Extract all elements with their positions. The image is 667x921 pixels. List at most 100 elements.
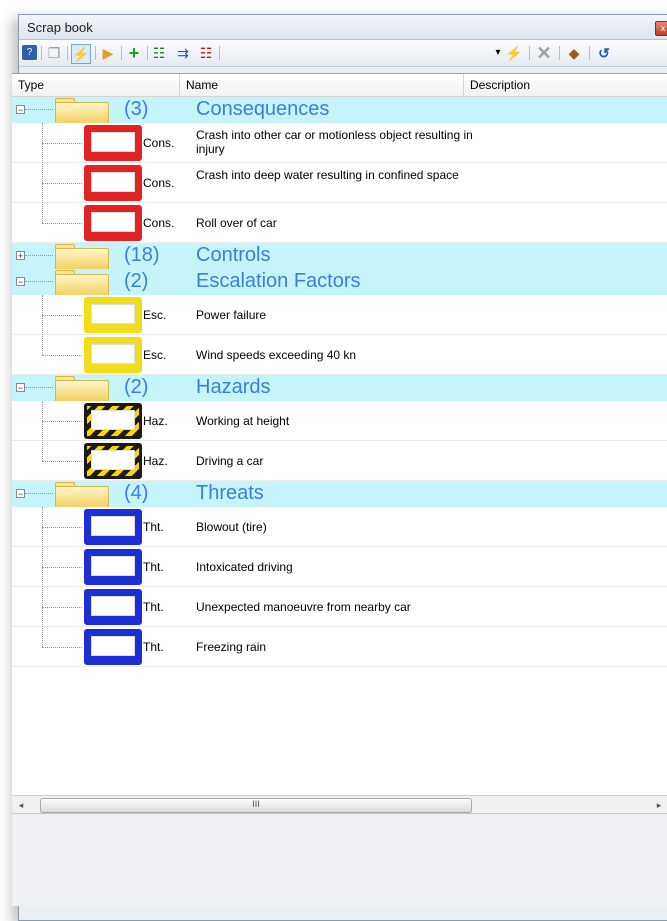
column-header-name[interactable]: Name xyxy=(180,74,464,96)
group-row[interactable]: + (18) Controls xyxy=(12,243,667,270)
add-icon[interactable]: + xyxy=(125,44,143,62)
column-header-description[interactable]: Description xyxy=(464,74,667,96)
collapse-icon[interactable]: − xyxy=(16,489,25,499)
item-name: Roll over of car xyxy=(196,216,277,230)
scroll-right-icon[interactable]: ▸ xyxy=(652,798,666,812)
collapse-icon[interactable]: − xyxy=(16,383,25,393)
tree-connector xyxy=(42,123,43,223)
card-face xyxy=(91,636,135,656)
list-item[interactable]: Tht. Freezing rain xyxy=(12,627,667,667)
copy-icon[interactable]: ❐ xyxy=(45,44,63,62)
folder-body xyxy=(55,274,109,296)
list-item[interactable]: Cons. Crash into other car or motionless … xyxy=(12,123,667,163)
group-count: (4) xyxy=(124,482,149,504)
tree-connector xyxy=(42,647,82,648)
folder-icon xyxy=(55,98,109,124)
group-count: (2) xyxy=(124,376,149,398)
toolbar-separator xyxy=(95,46,96,60)
toolbar-separator xyxy=(529,46,530,60)
tag-icon[interactable]: ◆ xyxy=(565,44,583,62)
close-button[interactable]: x xyxy=(655,21,667,36)
list-item[interactable]: Haz. Driving a car xyxy=(12,441,667,481)
column-header-type[interactable]: Type xyxy=(12,74,180,96)
collapse-icon[interactable]: − xyxy=(16,105,25,115)
group-row[interactable]: − (2) Hazards xyxy=(12,375,667,402)
list-item[interactable]: Esc. Power failure xyxy=(12,295,667,335)
group-count: (18) xyxy=(124,244,160,266)
collapse-icon[interactable]: − xyxy=(16,277,25,287)
toolbar-separator xyxy=(121,46,122,60)
item-type: Haz. xyxy=(143,414,168,428)
group-row[interactable]: − (2) Escalation Factors xyxy=(12,269,667,296)
tree-connector xyxy=(25,109,53,110)
tree-connector xyxy=(42,183,82,184)
folder-body xyxy=(55,102,109,124)
tree-icon[interactable]: ⇉ xyxy=(174,44,192,62)
window-title: Scrap book xyxy=(27,20,93,35)
tree-connector xyxy=(42,567,82,568)
item-name: Unexpected manoeuvre from nearby car xyxy=(196,600,411,614)
list-item[interactable]: Cons. Crash into deep water resulting in … xyxy=(12,163,667,203)
tree-connector xyxy=(42,295,43,355)
group-name: Threats xyxy=(196,482,264,504)
group-row[interactable]: − (4) Threats xyxy=(12,481,667,508)
group-name: Controls xyxy=(196,244,271,266)
item-type: Esc. xyxy=(143,348,167,362)
card-face xyxy=(91,516,135,536)
list-item[interactable]: Tht. Blowout (tire) xyxy=(12,507,667,547)
item-type: Tht. xyxy=(143,640,164,654)
item-type: Haz. xyxy=(143,454,168,468)
folder-icon xyxy=(55,482,109,508)
card-face xyxy=(91,410,135,430)
add-child-icon[interactable]: ☷ xyxy=(150,44,168,62)
item-type: Cons. xyxy=(143,176,175,190)
scroll-left-icon[interactable]: ◂ xyxy=(14,798,28,812)
card-face xyxy=(91,344,135,364)
list-item[interactable]: Cons. Roll over of car xyxy=(12,203,667,243)
item-name: Freezing rain xyxy=(196,640,267,654)
item-type: Cons. xyxy=(143,136,175,150)
yellow-card-icon xyxy=(84,297,142,333)
scroll-thumb[interactable]: III xyxy=(40,798,472,813)
expand-icon[interactable]: + xyxy=(16,251,25,261)
item-name: Driving a car xyxy=(196,454,264,468)
list-item[interactable]: Haz. Working at height xyxy=(12,401,667,441)
toolbar: ? ❐ ⚡ ▶ + ☷ ⇉ ☷ ▾ ⚡ ✕ ◆ ↺ xyxy=(19,40,667,67)
group-name: Escalation Factors xyxy=(196,270,361,292)
horizontal-scrollbar[interactable]: ◂ III ▸ xyxy=(12,795,667,813)
tree-connector xyxy=(42,607,82,608)
tree-connector xyxy=(42,143,82,144)
title-bar[interactable]: Scrap book x xyxy=(19,15,667,40)
folder-body xyxy=(55,380,109,402)
item-type: Tht. xyxy=(143,560,164,574)
open-folder-icon[interactable]: ▶ xyxy=(99,44,117,62)
card-face xyxy=(91,450,135,470)
error-icon[interactable]: ☷ xyxy=(197,44,215,62)
item-name: Crash into deep water resulting in confi… xyxy=(196,168,459,182)
group-row[interactable]: − (3) Consequences xyxy=(12,97,667,124)
hazard-card-icon xyxy=(84,443,142,479)
list-item[interactable]: Tht. Unexpected manoeuvre from nearby car xyxy=(12,587,667,627)
red-card-icon xyxy=(84,125,142,161)
card-face xyxy=(91,596,135,616)
description-panel xyxy=(12,813,667,906)
tree-connector xyxy=(42,421,82,422)
tree-connector xyxy=(42,461,82,462)
card-face xyxy=(91,132,135,152)
folder-body xyxy=(55,486,109,508)
refresh-icon[interactable]: ↺ xyxy=(595,44,613,62)
blue-card-icon xyxy=(84,589,142,625)
folder-body xyxy=(55,248,109,270)
tree-connector xyxy=(25,281,53,282)
toolbar-separator xyxy=(147,46,148,60)
tree-connector xyxy=(25,493,53,494)
list-item[interactable]: Tht. Intoxicated driving xyxy=(12,547,667,587)
item-type: Tht. xyxy=(143,520,164,534)
blue-card-icon xyxy=(84,549,142,585)
delete-icon[interactable]: ✕ xyxy=(535,44,553,62)
help-icon[interactable]: ? xyxy=(22,45,37,60)
lightning-icon[interactable]: ⚡ xyxy=(505,44,523,62)
tree-connector xyxy=(42,507,43,647)
paste-icon[interactable]: ⚡ xyxy=(71,44,91,64)
list-item[interactable]: Esc. Wind speeds exceeding 40 kn xyxy=(12,335,667,375)
